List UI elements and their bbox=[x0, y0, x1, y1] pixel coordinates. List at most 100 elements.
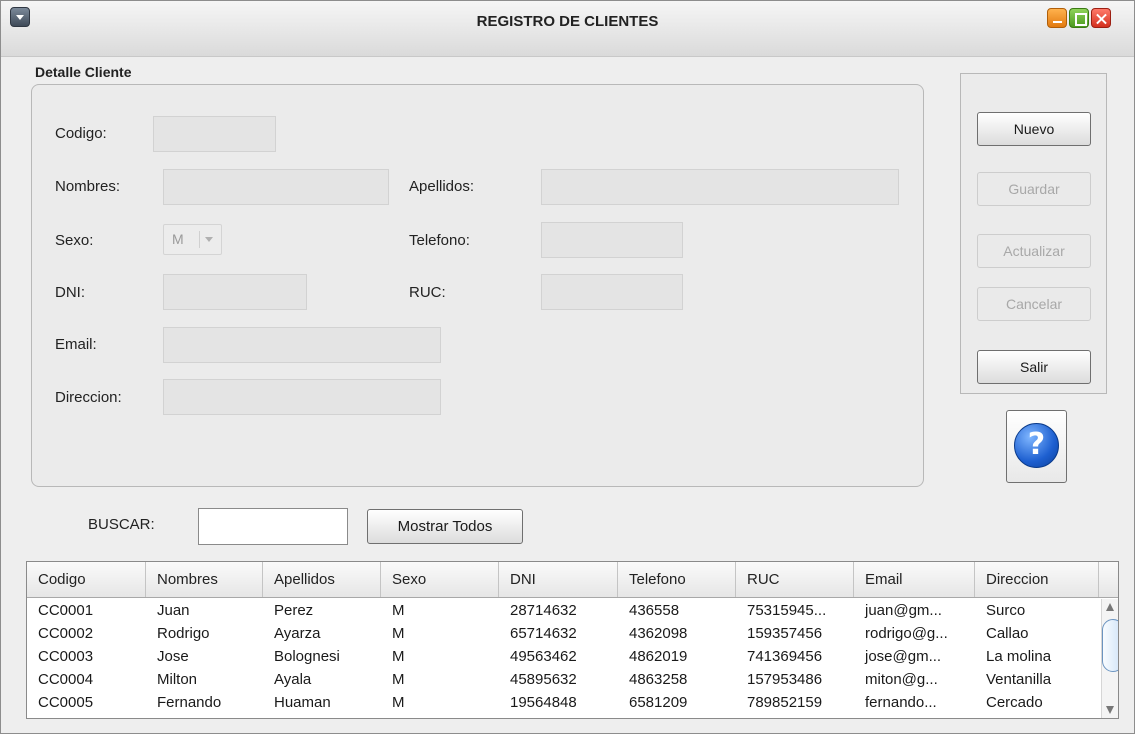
apellidos-field[interactable] bbox=[541, 169, 899, 205]
cell-nombres: Jose bbox=[157, 648, 189, 665]
cell-email: jose@gm... bbox=[865, 648, 942, 665]
close-button[interactable] bbox=[1091, 8, 1111, 28]
chevron-down-icon[interactable] bbox=[199, 231, 215, 248]
cell-email: miton@g... bbox=[865, 671, 938, 688]
column-header-email[interactable]: Email bbox=[854, 562, 975, 597]
telefono-field[interactable] bbox=[541, 222, 683, 258]
cell-ruc: 741369456 bbox=[747, 648, 823, 665]
table-row[interactable]: CC0002 Rodrigo Ayarza M 65714632 4362098 15935… bbox=[27, 624, 1101, 644]
cell-email: rodrigo@g... bbox=[865, 625, 948, 642]
actualizar-button[interactable]: Actualizar bbox=[977, 234, 1091, 268]
cell-apellidos: Ayala bbox=[274, 671, 312, 688]
dni-label: DNI: bbox=[55, 284, 85, 301]
cell-dni: 65714632 bbox=[510, 625, 577, 642]
codigo-label: Codigo: bbox=[55, 125, 107, 142]
cell-nombres: Fernando bbox=[157, 694, 222, 711]
cell-sexo: M bbox=[392, 625, 405, 642]
nombres-field[interactable] bbox=[163, 169, 389, 205]
cell-email: fernando... bbox=[865, 694, 937, 711]
column-header-telefono[interactable]: Telefono bbox=[618, 562, 736, 597]
column-header-direccion[interactable]: Direccion bbox=[975, 562, 1099, 597]
column-header-ruc[interactable]: RUC bbox=[736, 562, 854, 597]
search-input[interactable] bbox=[198, 508, 348, 545]
cell-apellidos: Ayarza bbox=[274, 625, 321, 642]
maximize-button[interactable] bbox=[1069, 8, 1089, 28]
cell-sexo: M bbox=[392, 648, 405, 665]
column-header-codigo[interactable]: Codigo bbox=[27, 562, 146, 597]
cell-direccion: La molina bbox=[986, 648, 1052, 665]
cell-apellidos: Bolognesi bbox=[274, 648, 340, 665]
cell-dni: 49563462 bbox=[510, 648, 577, 665]
cell-direccion: Callao bbox=[986, 625, 1029, 642]
mostrar-todos-button[interactable]: Mostrar Todos bbox=[367, 509, 523, 544]
cell-direccion: Cercado bbox=[986, 694, 1043, 711]
salir-button[interactable]: Salir bbox=[977, 350, 1091, 384]
cell-dni: 19564848 bbox=[510, 694, 577, 711]
table-row[interactable]: CC0004 Milton Ayala M 45895632 4863258 1579534… bbox=[27, 670, 1101, 690]
column-header-nombres[interactable]: Nombres bbox=[146, 562, 263, 597]
cell-email: juan@gm... bbox=[865, 602, 942, 619]
cell-telefono: 6581209 bbox=[629, 694, 688, 711]
cell-nombres: Milton bbox=[157, 671, 198, 688]
cell-telefono: 4862019 bbox=[629, 648, 688, 665]
vertical-scrollbar[interactable] bbox=[1101, 599, 1118, 718]
help-glyph: ? bbox=[1027, 427, 1046, 462]
email-field[interactable] bbox=[163, 327, 441, 363]
ruc-label: RUC: bbox=[409, 284, 446, 301]
question-mark-icon: ? bbox=[1014, 423, 1059, 468]
sexo-select[interactable]: M bbox=[163, 224, 222, 255]
minimize-button[interactable] bbox=[1047, 8, 1067, 28]
cell-dni: 28714632 bbox=[510, 602, 577, 619]
apellidos-label: Apellidos: bbox=[409, 178, 475, 195]
table-row[interactable]: CC0005 Fernando Huaman M 19564848 6581209 7898… bbox=[27, 693, 1101, 713]
cell-ruc: 75315945... bbox=[747, 602, 827, 619]
ruc-field[interactable] bbox=[541, 274, 683, 310]
cell-sexo: M bbox=[392, 602, 405, 619]
buscar-label: BUSCAR: bbox=[88, 516, 155, 533]
cell-sexo: M bbox=[392, 694, 405, 711]
guardar-button[interactable]: Guardar bbox=[977, 172, 1091, 206]
actions-panel: Nuevo Guardar Actualizar Cancelar Salir bbox=[960, 73, 1107, 394]
cell-direccion: Surco bbox=[986, 602, 1026, 619]
cell-apellidos: Huaman bbox=[274, 694, 331, 711]
sexo-label: Sexo: bbox=[55, 232, 94, 249]
cancelar-button[interactable]: Cancelar bbox=[977, 287, 1091, 321]
codigo-field[interactable] bbox=[153, 116, 276, 152]
scroll-thumb[interactable] bbox=[1102, 619, 1118, 672]
column-header-sexo[interactable]: Sexo bbox=[381, 562, 499, 597]
sexo-selected-value: M bbox=[172, 231, 184, 247]
column-header-dni[interactable]: DNI bbox=[499, 562, 618, 597]
direccion-label: Direccion: bbox=[55, 389, 122, 406]
cell-ruc: 789852159 bbox=[747, 694, 823, 711]
cell-codigo: CC0003 bbox=[38, 648, 94, 665]
column-header-apellidos[interactable]: Apellidos bbox=[263, 562, 381, 597]
nombres-label: Nombres: bbox=[55, 178, 121, 195]
cell-sexo: M bbox=[392, 671, 405, 688]
table-header: Codigo Nombres Apellidos Sexo DNI Telefo… bbox=[27, 562, 1118, 598]
telefono-label: Telefono: bbox=[409, 232, 470, 249]
cell-codigo: CC0002 bbox=[38, 625, 94, 642]
scroll-up-icon[interactable] bbox=[1106, 603, 1114, 611]
nuevo-button[interactable]: Nuevo bbox=[977, 112, 1091, 146]
table-row[interactable]: CC0003 Jose Bolognesi M 49563462 4862019 74136… bbox=[27, 647, 1101, 667]
registro-clientes-window: REGISTRO DE CLIENTES Detalle Cliente Cod… bbox=[0, 0, 1135, 734]
clientes-table: Codigo Nombres Apellidos Sexo DNI Telefo… bbox=[26, 561, 1119, 719]
email-label: Email: bbox=[55, 336, 97, 353]
detail-cliente-panel: Codigo: Nombres: Apellidos: Sexo: M Tele… bbox=[31, 84, 924, 487]
table-row[interactable]: CC0001 Juan Perez M 28714632 436558 75315945..… bbox=[27, 601, 1101, 621]
cell-nombres: Rodrigo bbox=[157, 625, 210, 642]
dni-field[interactable] bbox=[163, 274, 307, 310]
cell-codigo: CC0005 bbox=[38, 694, 94, 711]
window-title: REGISTRO DE CLIENTES bbox=[476, 13, 659, 30]
help-button[interactable]: ? bbox=[1006, 410, 1067, 483]
cell-ruc: 157953486 bbox=[747, 671, 823, 688]
cell-telefono: 436558 bbox=[629, 602, 680, 619]
cell-direccion: Ventanilla bbox=[986, 671, 1052, 688]
cell-telefono: 4863258 bbox=[629, 671, 688, 688]
title-bar[interactable]: REGISTRO DE CLIENTES bbox=[1, 1, 1134, 57]
cell-ruc: 159357456 bbox=[747, 625, 823, 642]
scroll-down-icon[interactable] bbox=[1106, 706, 1114, 714]
cell-codigo: CC0001 bbox=[38, 602, 94, 619]
cell-telefono: 4362098 bbox=[629, 625, 688, 642]
direccion-field[interactable] bbox=[163, 379, 441, 415]
